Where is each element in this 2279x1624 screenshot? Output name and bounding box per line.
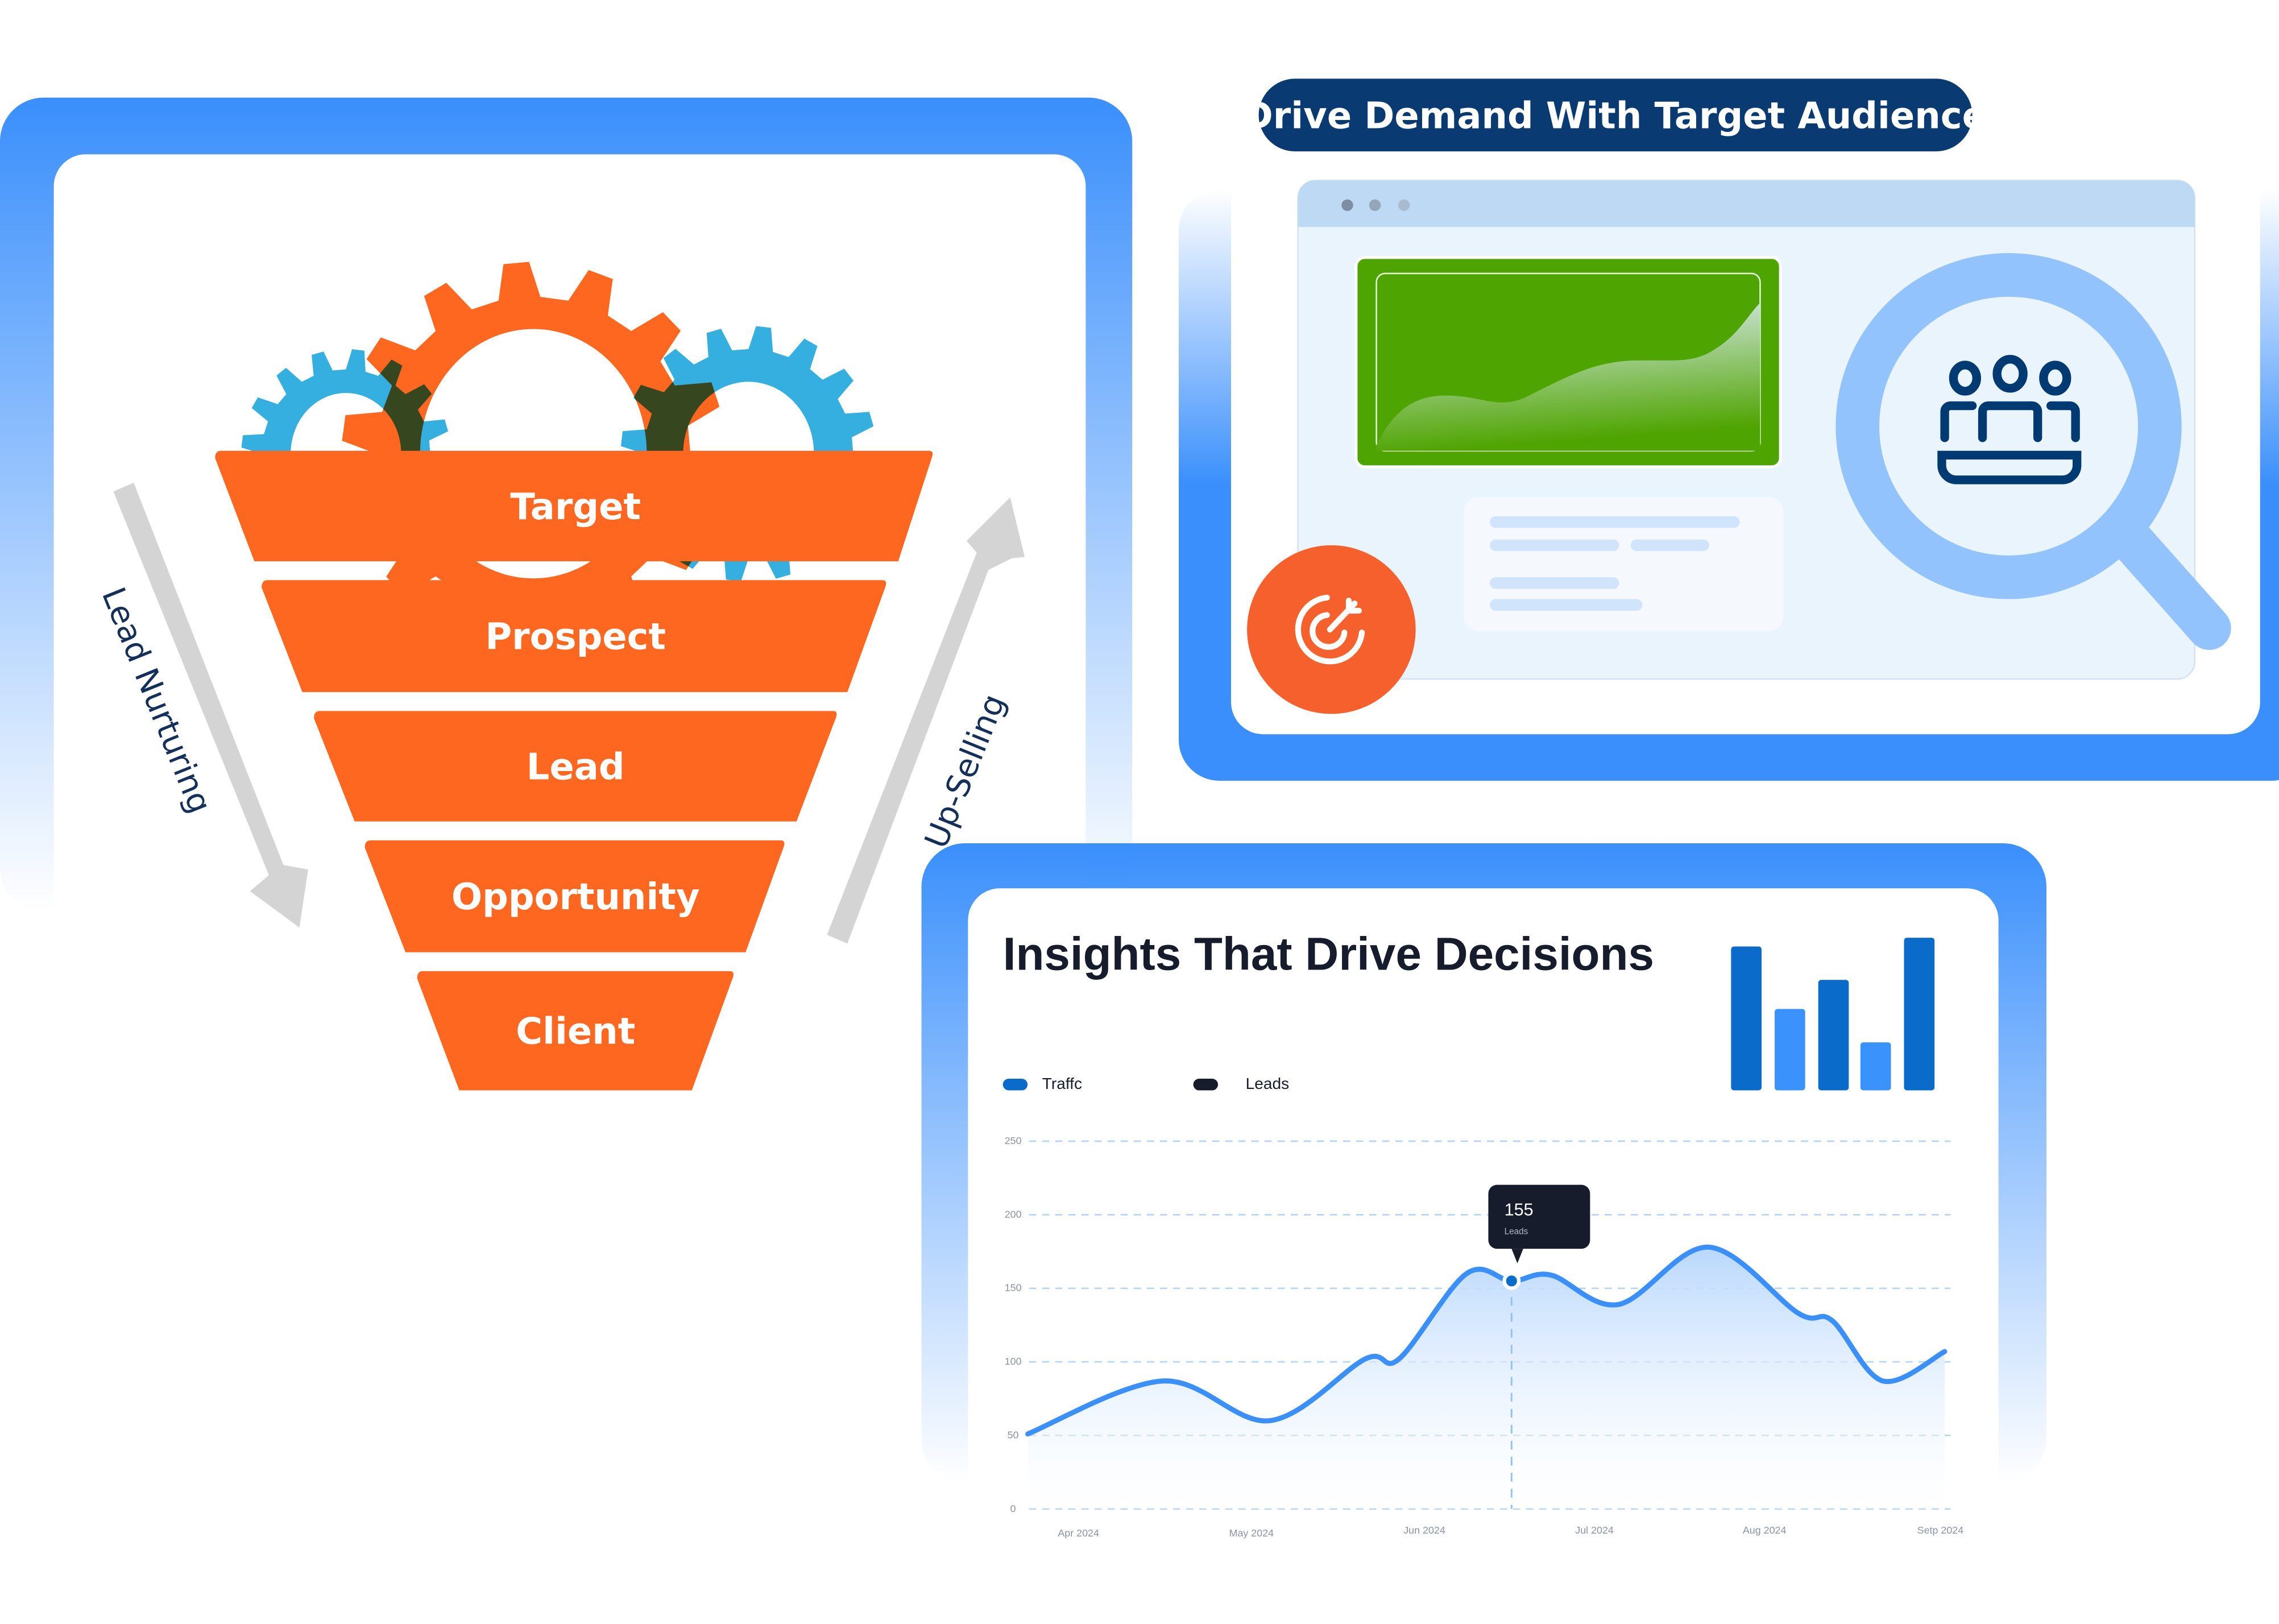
insights-panel: Insights That Drive Decisions Traffc Lea… [921,843,2047,1624]
x-tick-label: Jul 2024 [1575,1524,1614,1536]
x-tick-label: Aug 2024 [1743,1524,1787,1536]
demand-panel: Drive Demand With Target Audience [1179,78,2279,781]
tooltip-value: 155 [1505,1200,1534,1219]
funnel-stage-target: Target [215,450,933,562]
demand-title: Drive Demand With Target Audience [1243,95,1987,137]
window-dot-icon [1398,199,1410,212]
funnel-stage-label: Opportunity [451,876,700,918]
window-dot-icon [1369,199,1381,212]
funnel-stage-label: Client [516,1011,635,1053]
area-chart-icon [1354,256,1782,469]
y-tick-label: 100 [1005,1356,1022,1367]
window-dot-icon [1341,199,1353,212]
x-tick-label: Setp 2024 [1917,1524,1964,1536]
funnel-stage-label: Target [510,486,641,528]
y-tick-label: 250 [1005,1135,1022,1146]
y-tick-label: 0 [1010,1503,1016,1514]
y-tick-label: 200 [1005,1208,1022,1220]
funnel-stage-prospect: Prospect [262,580,886,693]
funnel-stage-opportunity: Opportunity [364,840,785,952]
tooltip-label: Leads [1505,1227,1528,1237]
funnel-stage-lead: Lead [314,711,837,822]
canvas: Target Prospect Lead Opportunity Client Lead… [0,78,2279,1624]
text-placeholder-card [1464,497,1784,631]
funnel-stage-label: Lead [527,746,625,788]
x-tick-label: May 2024 [1229,1527,1274,1539]
svg-text:Traffc: Traffc [1042,1075,1082,1092]
y-tick-label: 150 [1005,1282,1022,1294]
funnel-stage-label: Prospect [485,616,666,658]
x-tick-label: Apr 2024 [1058,1527,1099,1539]
insights-title: Insights That Drive Decisions [1003,928,1654,980]
x-tick-label: Jun 2024 [1403,1524,1445,1536]
funnel-stage-client: Client [417,971,734,1091]
svg-text:Leads: Leads [1246,1075,1290,1092]
highlight-point[interactable] [1502,1271,1521,1290]
target-arrow-icon[interactable] [1247,545,1416,714]
y-tick-label: 50 [1008,1429,1019,1440]
